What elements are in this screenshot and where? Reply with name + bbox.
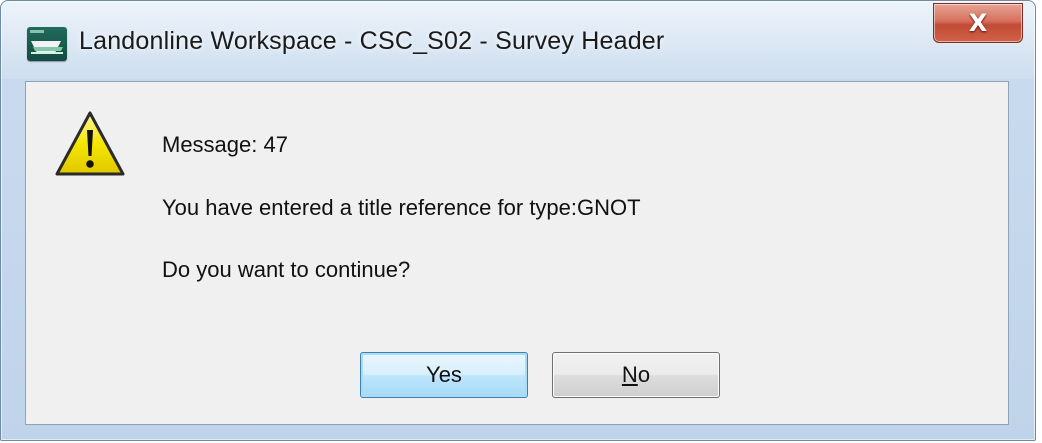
message-question: Do you want to continue? [162,257,411,282]
no-button-mnemonic: N [621,362,638,387]
close-button[interactable]: X [933,3,1023,43]
yes-button[interactable]: Yes [360,352,528,398]
no-button-label: o [637,362,651,387]
landonline-app-icon [27,27,67,61]
yes-button-label: Yes [426,362,462,387]
dialog-window: Landonline Workspace - CSC_S02 - Survey … [0,0,1036,441]
no-button[interactable]: No [552,352,720,398]
warning-triangle-icon [55,111,125,176]
window-title: Landonline Workspace - CSC_S02 - Survey … [79,27,665,55]
dialog-content: Message: 47 You have entered a title ref… [25,81,1009,425]
title-bar[interactable]: Landonline Workspace - CSC_S02 - Survey … [1,1,1035,81]
desktop-background [1036,0,1042,443]
close-x-icon: X [968,9,988,37]
message-text: You have entered a title reference for t… [162,195,641,220]
message-number: Message: 47 [162,132,288,157]
